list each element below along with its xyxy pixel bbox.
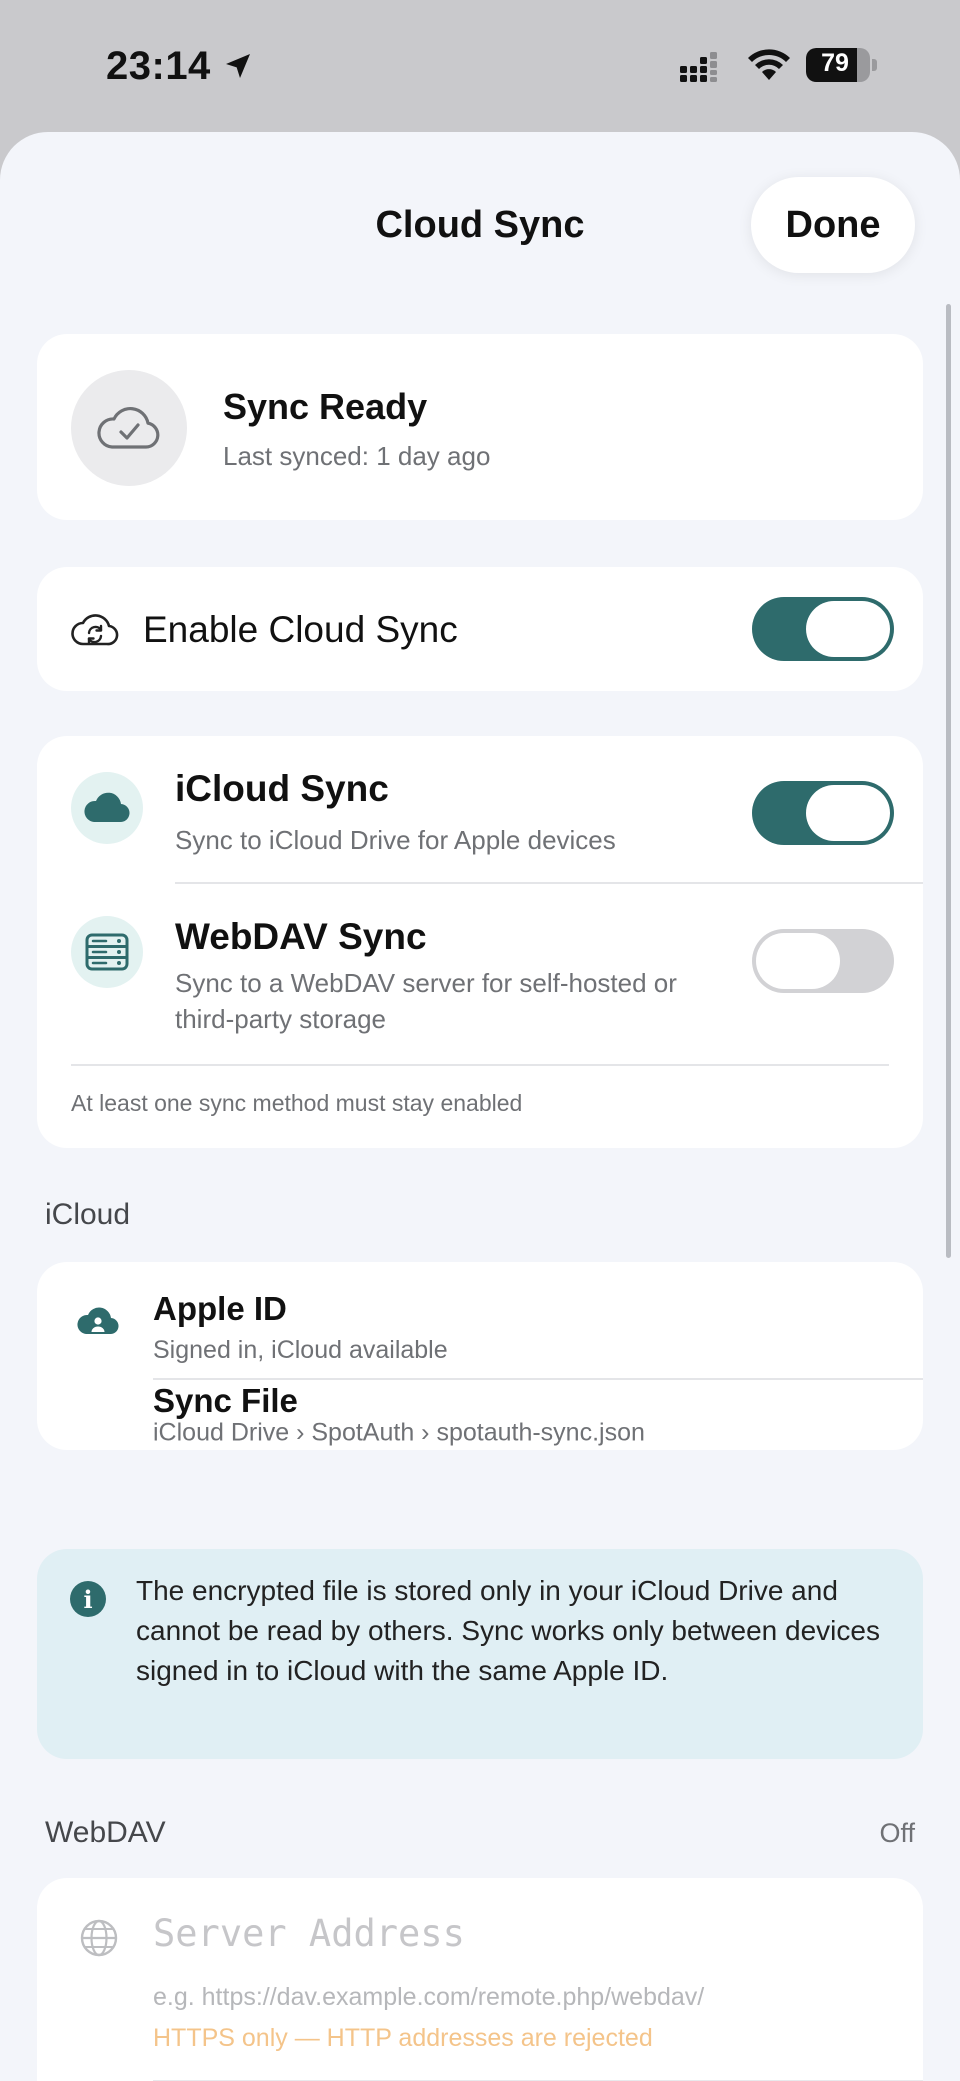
server-icon	[85, 933, 129, 971]
done-button[interactable]: Done	[751, 177, 915, 273]
sync-file-title: Sync File	[153, 1382, 298, 1419]
divider	[175, 882, 923, 884]
sync-file-path: iCloud Drive › SpotAuth › spotauth-sync.…	[153, 1418, 645, 1447]
globe-icon	[80, 1919, 118, 1957]
location-arrow-icon	[226, 54, 250, 78]
webdav-sync-title: WebDAV Sync	[175, 916, 427, 957]
sync-methods-card: iCloud Sync Sync to iCloud Drive for App…	[37, 736, 923, 1148]
webdav-config-card: e.g. https://dav.example.com/remote.php/…	[37, 1878, 923, 2081]
icloud-sync-toggle[interactable]	[752, 781, 894, 845]
battery-percent: 79	[821, 49, 849, 77]
webdav-section-label: WebDAV	[45, 1816, 166, 1849]
icloud-details-card: Apple ID Signed in, iCloud available Syn…	[37, 1262, 923, 1450]
account-cloud-icon	[77, 1307, 119, 1335]
webdav-sync-toggle[interactable]	[752, 929, 894, 993]
webdav-sync-subtitle: Sync to a WebDAV server for self-hosted …	[175, 968, 677, 1034]
divider	[71, 1064, 889, 1066]
cloud-icon	[84, 792, 130, 823]
sync-method-note: At least one sync method must stay enabl…	[71, 1090, 523, 1116]
cloud-check-icon	[97, 406, 160, 449]
icloud-sync-subtitle: Sync to iCloud Drive for Apple devices	[175, 825, 616, 855]
divider	[153, 1378, 923, 1380]
status-icon-circle	[71, 370, 187, 486]
enable-cloud-sync-row: Enable Cloud Sync	[37, 567, 923, 691]
webdav-method-icon	[71, 916, 143, 988]
webdav-status-badge: Off	[879, 1818, 915, 1848]
cloud-sync-sheet: Cloud Sync Done Sync Ready Last synced: …	[0, 132, 960, 2081]
sync-status-card: Sync Ready Last synced: 1 day ago	[37, 334, 923, 520]
icloud-info-card: i The encrypted file is stored only in y…	[37, 1549, 923, 1759]
sync-status-title: Sync Ready	[223, 386, 428, 427]
wifi-icon	[748, 49, 790, 80]
server-address-input[interactable]	[153, 1908, 893, 1958]
info-icon: i	[70, 1581, 106, 1617]
cellular-signal-icon	[680, 52, 717, 82]
apple-id-title: Apple ID	[153, 1290, 287, 1327]
cloud-sync-icon	[71, 614, 119, 646]
last-synced-text: Last synced: 1 day ago	[223, 441, 491, 471]
battery-indicator: 79	[806, 48, 877, 82]
icloud-section-label: iCloud	[45, 1198, 131, 1231]
icloud-info-text: The encrypted file is stored only in you…	[136, 1575, 880, 1686]
enable-cloud-sync-label: Enable Cloud Sync	[143, 609, 458, 650]
https-warning: HTTPS only — HTTP addresses are rejected	[153, 2024, 653, 2052]
icloud-method-icon	[71, 772, 143, 844]
server-address-hint: e.g. https://dav.example.com/remote.php/…	[153, 1983, 705, 2011]
icloud-sync-title: iCloud Sync	[175, 768, 389, 809]
enable-cloud-sync-toggle[interactable]	[752, 597, 894, 661]
scroll-indicator[interactable]	[946, 304, 951, 1258]
status-bar: 23:14 79	[0, 0, 960, 132]
apple-id-status: Signed in, iCloud available	[153, 1336, 448, 1364]
status-time: 23:14	[106, 44, 211, 88]
